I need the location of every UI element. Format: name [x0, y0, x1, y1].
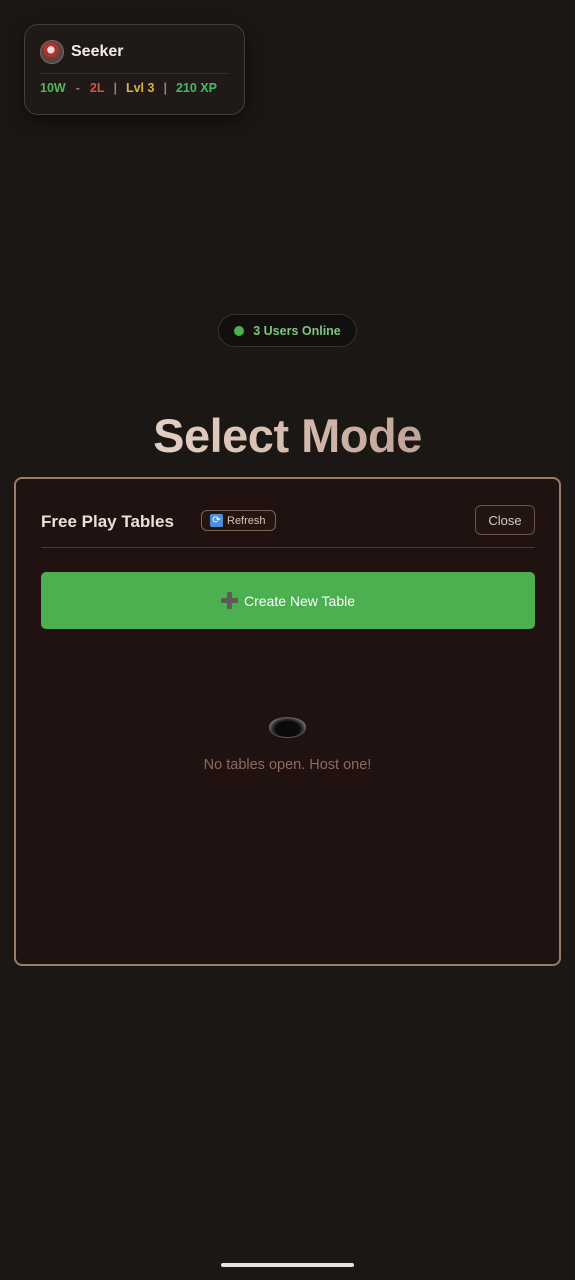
empty-state: No tables open. Host one!	[16, 717, 559, 773]
close-label: Close	[488, 512, 522, 528]
refresh-button[interactable]: ⟳ Refresh	[201, 510, 276, 531]
profile-divider	[40, 73, 229, 74]
profile-name: Seeker	[71, 43, 124, 60]
stat-level: Lvl 3	[125, 81, 155, 95]
create-label: Create New Table	[243, 592, 356, 609]
panel-title: Free Play Tables	[41, 512, 174, 531]
free-play-tables-panel: Free Play Tables ⟳ Refresh Close Create …	[14, 477, 561, 966]
online-dot-icon	[234, 325, 245, 336]
home-indicator[interactable]	[221, 1263, 354, 1267]
stat-separator: |	[163, 81, 167, 95]
stat-wins: 10W	[40, 81, 66, 95]
page-title: Select Mode	[0, 408, 575, 463]
create-new-table-button[interactable]: Create New Table	[41, 572, 535, 629]
stat-separator: |	[113, 81, 117, 95]
stat-losses: 2L	[89, 81, 105, 95]
hole-icon	[269, 717, 306, 737]
refresh-icon: ⟳	[210, 514, 223, 527]
profile-header: Seeker	[40, 39, 229, 65]
profile-stats: 10W - 2L | Lvl 3 | 210 XP	[40, 81, 229, 95]
online-status-badge: 3 Users Online	[218, 314, 357, 347]
avatar[interactable]	[40, 40, 64, 64]
profile-card[interactable]: Seeker 10W - 2L | Lvl 3 | 210 XP	[24, 24, 245, 115]
online-count: 3 Users Online	[253, 323, 341, 338]
close-button[interactable]: Close	[475, 505, 535, 535]
refresh-label: Refresh	[227, 514, 266, 527]
plus-icon	[220, 592, 238, 609]
panel-header: Free Play Tables ⟳ Refresh Close	[41, 503, 535, 548]
empty-message: No tables open. Host one!	[203, 757, 372, 773]
stat-separator: -	[75, 81, 80, 95]
stat-xp: 210 XP	[175, 81, 217, 95]
